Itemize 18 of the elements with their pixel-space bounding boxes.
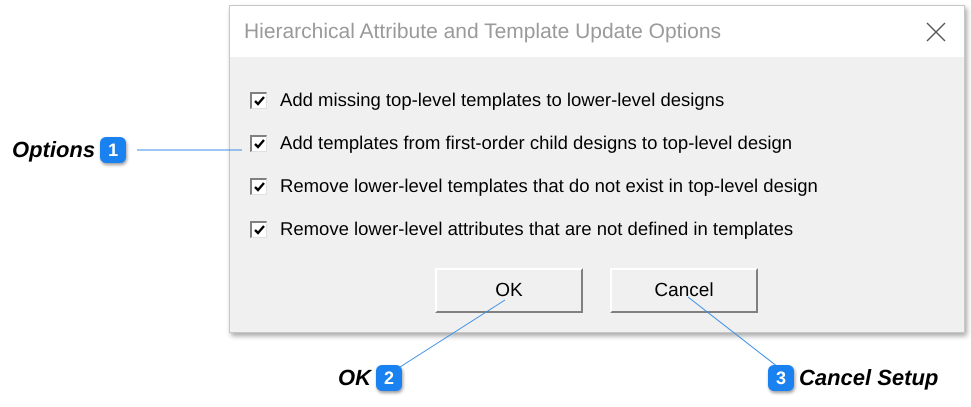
callout-label: Options: [12, 137, 96, 163]
ok-button[interactable]: OK: [435, 268, 583, 313]
checkbox[interactable]: [250, 92, 267, 108]
number-badge: 3: [768, 365, 794, 391]
option-label: Add templates from first-order child designs to top-level design: [280, 132, 792, 154]
window-title: Hierarchical Attribute and Template Update Options: [244, 20, 722, 44]
cancel-button[interactable]: Cancel: [610, 268, 758, 313]
close-icon[interactable]: [926, 22, 946, 42]
option-label: Add missing top-level templates to lower-level designs: [280, 89, 724, 111]
checkbox[interactable]: [250, 178, 267, 194]
number-badge: 1: [100, 137, 126, 163]
option-label: Remove lower-level attributes that are not defined in templates: [280, 218, 794, 240]
callout-label: Cancel Setup: [799, 365, 938, 391]
callout-label: OK: [338, 365, 371, 391]
number-badge: 2: [376, 365, 402, 391]
option-label: Remove lower-level templates that do not exist in top-level design: [280, 175, 818, 197]
checkbox[interactable]: [250, 220, 267, 238]
checkbox[interactable]: [250, 134, 267, 152]
